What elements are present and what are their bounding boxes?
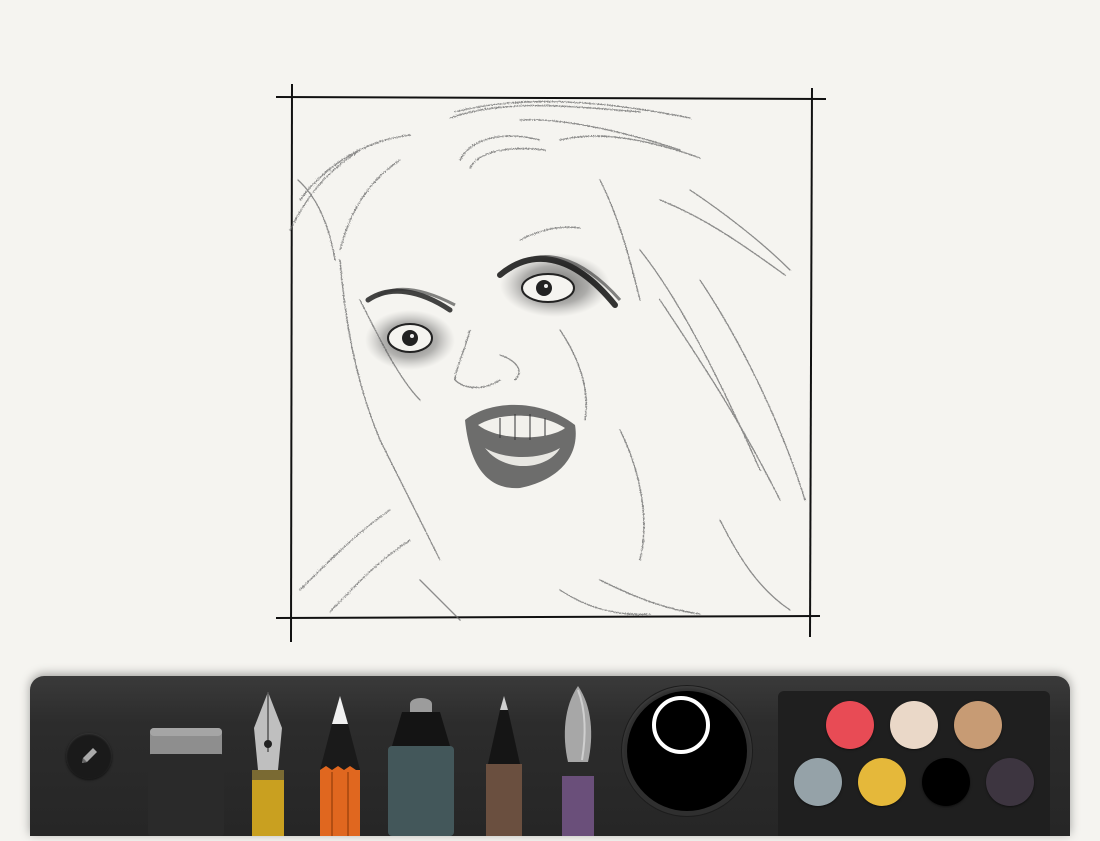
color-selection-ring[interactable] [652,696,710,754]
swatch-black[interactable] [922,758,970,806]
swatch-tan[interactable] [954,701,1002,749]
tool-tray [30,676,1070,836]
sketch-artwork [275,83,827,643]
pen-icon [486,696,522,836]
swatch-plum[interactable] [986,758,1034,806]
eraser-body [148,754,224,836]
frame-lines [275,83,827,643]
face-sketch [289,100,806,621]
pencil-icon [320,696,360,836]
swatch-blue-grey[interactable] [794,758,842,806]
drawing-canvas[interactable] [0,0,1100,660]
marker-tool[interactable] [388,698,454,836]
color-mixer-dial[interactable] [622,686,752,816]
pen-tool[interactable] [484,696,524,836]
color-palette [778,691,1050,836]
marker-icon [388,698,454,836]
fountain-pen-tool[interactable] [248,692,288,836]
fountain-pen-icon [252,692,284,836]
left-eye [365,287,456,370]
eraser-icon [148,728,224,836]
swatch-cream[interactable] [890,701,938,749]
brush-tool[interactable] [558,686,598,836]
mouth [465,404,576,489]
menu-button[interactable] [66,733,112,779]
swatch-red[interactable] [826,701,874,749]
pencil-tool[interactable] [318,696,362,836]
swatch-yellow[interactable] [858,758,906,806]
brush-icon [562,686,594,836]
pencil-icon [82,748,97,763]
eraser-tool[interactable] [148,724,224,836]
right-eye [497,253,622,317]
